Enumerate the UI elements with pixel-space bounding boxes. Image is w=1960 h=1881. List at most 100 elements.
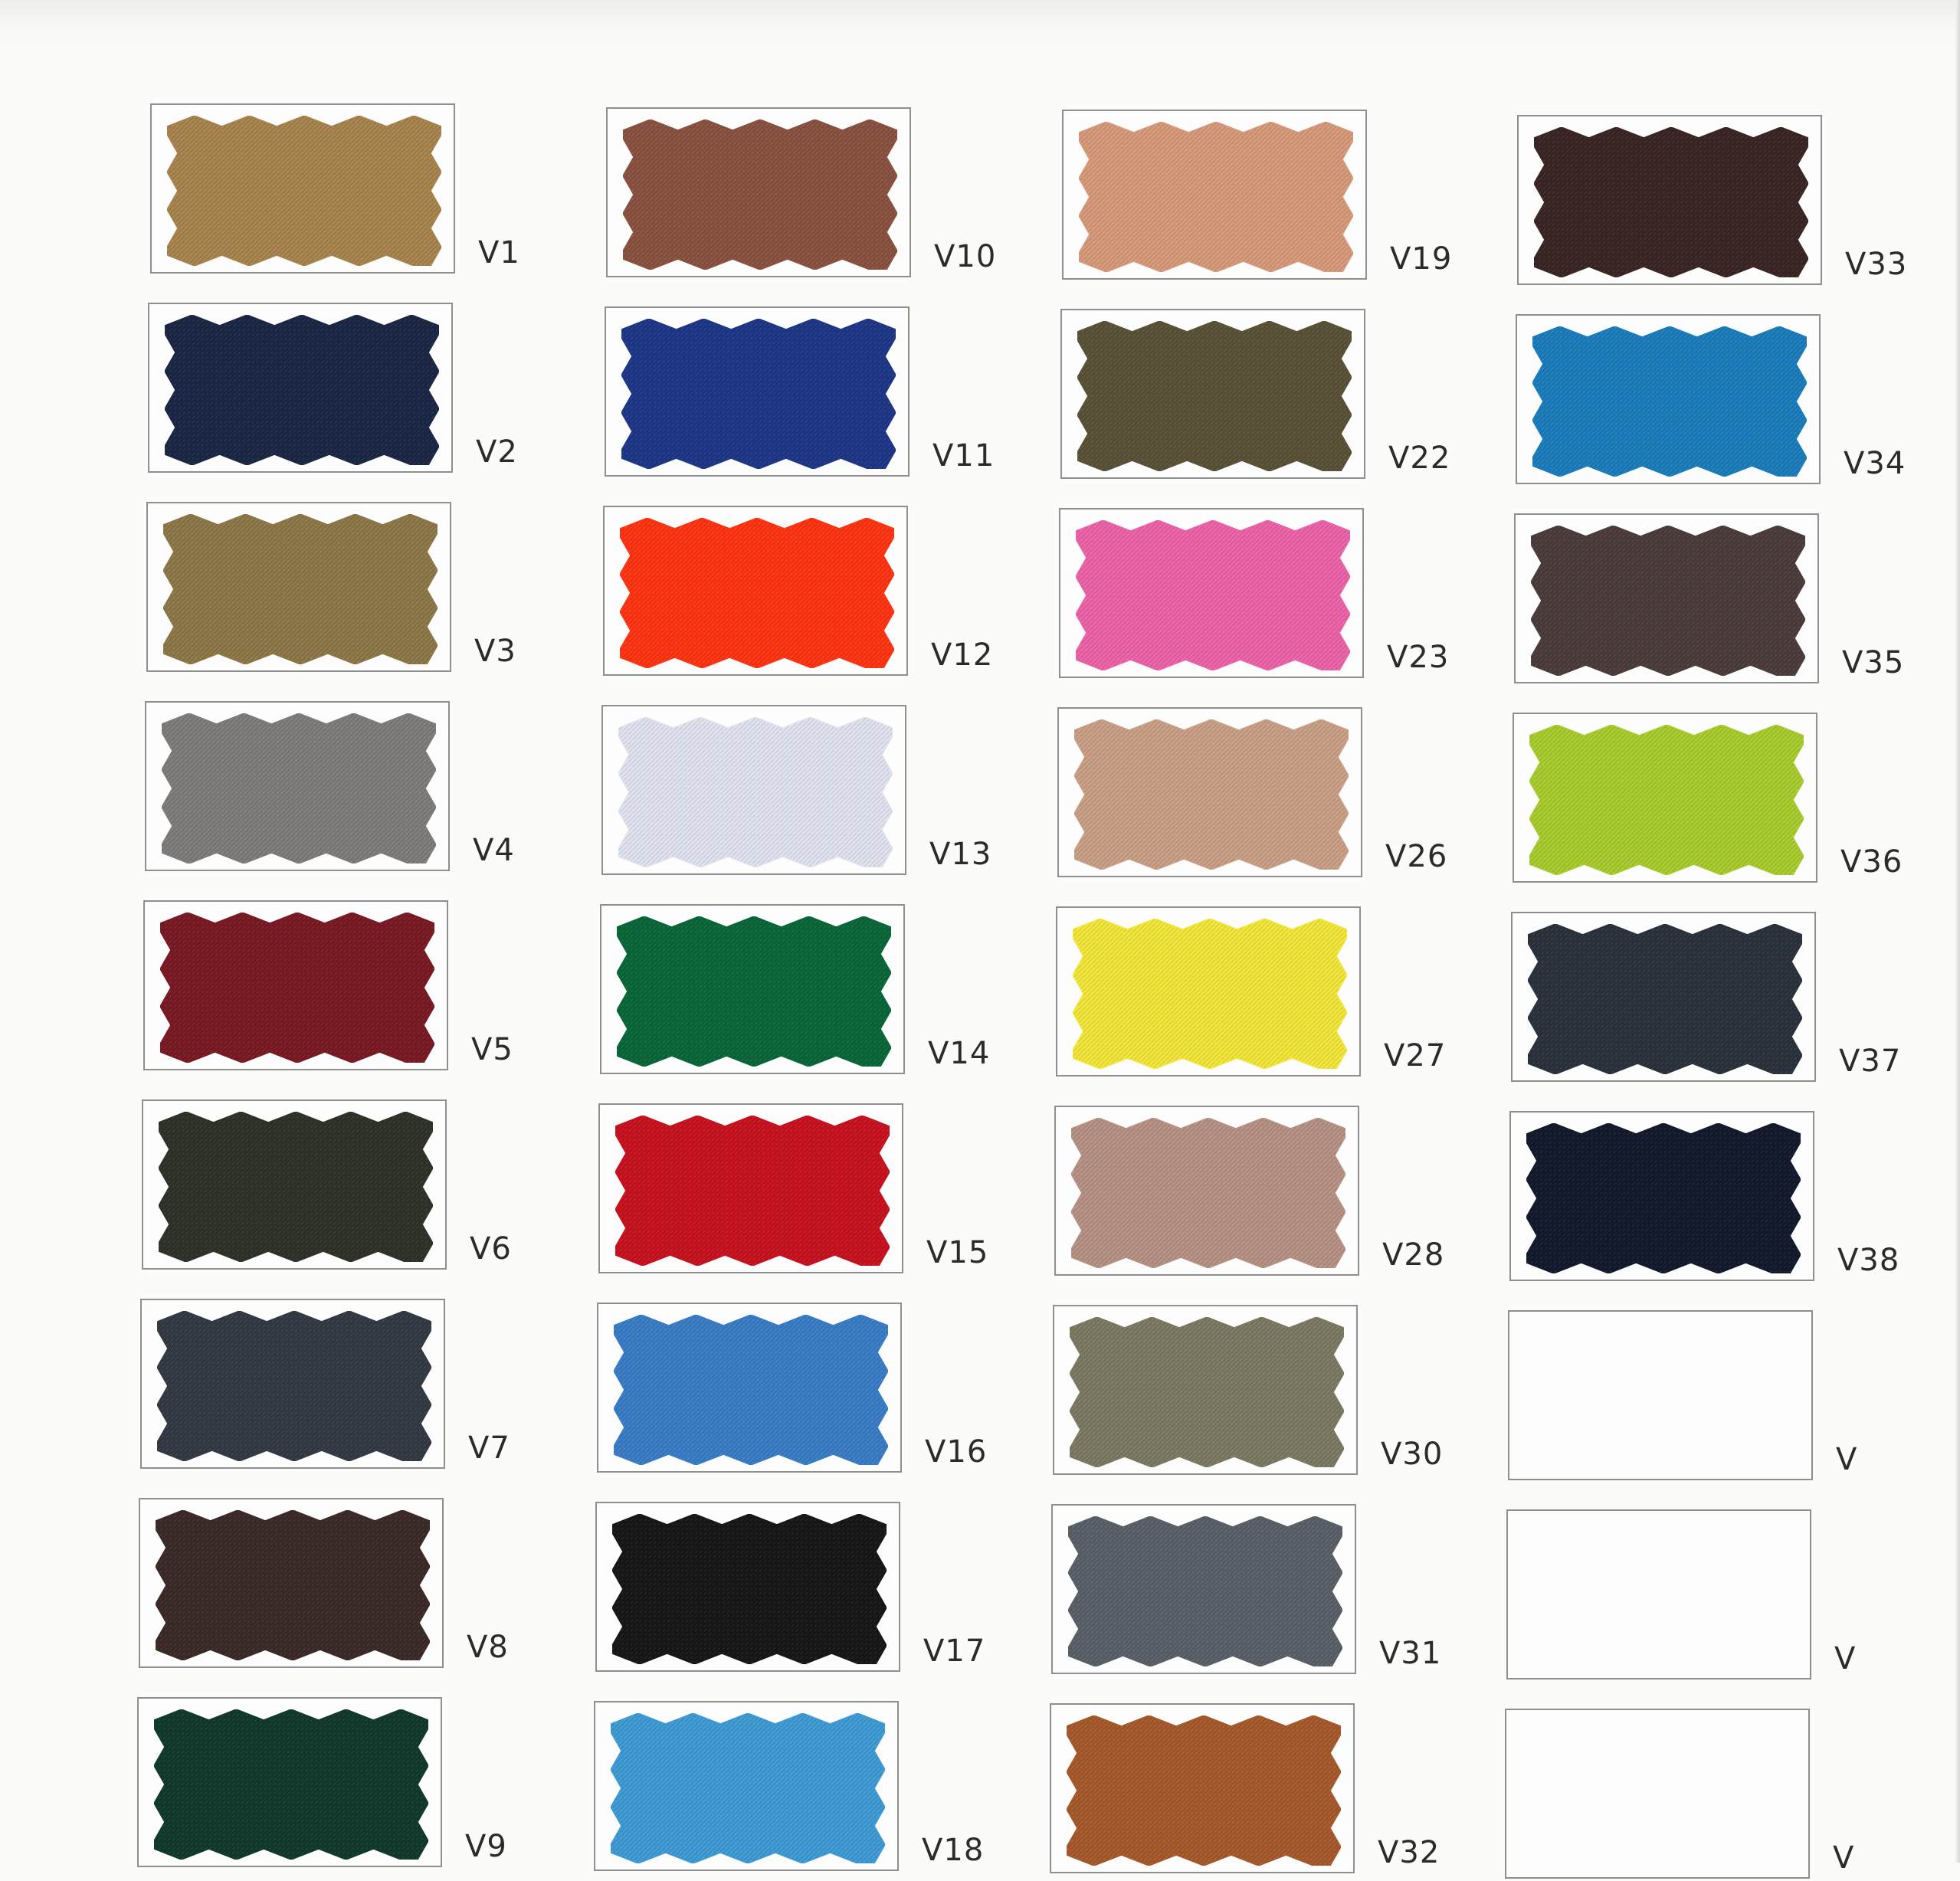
fabric-swatch <box>1079 122 1353 272</box>
swatch-frame <box>1051 1504 1356 1674</box>
swatch-cell: V11 <box>605 306 1064 479</box>
swatch-frame <box>1505 1709 1810 1879</box>
swatch-code-label: V11 <box>932 438 995 474</box>
fabric-swatch-shape <box>1071 1118 1345 1268</box>
swatch-code-label: V30 <box>1381 1437 1444 1472</box>
swatch-frame <box>145 701 450 871</box>
swatch-code-label: V22 <box>1388 441 1451 476</box>
swatch-cell: V18 <box>594 1701 1054 1873</box>
fabric-swatch-fill <box>1071 1118 1345 1268</box>
fabric-swatch <box>162 713 436 863</box>
swatch-code-label: V12 <box>931 637 994 673</box>
fabric-swatch-fill <box>1077 321 1352 471</box>
fabric-swatch-fill <box>1532 326 1807 477</box>
fabric-swatch-shape <box>157 1311 431 1461</box>
fabric-swatch-fill <box>165 315 439 465</box>
fabric-swatch <box>167 116 441 266</box>
swatch-cell: V2 <box>148 303 608 475</box>
fabric-swatch-fill <box>167 116 441 266</box>
fabric-swatch <box>1076 520 1350 670</box>
swatch-frame <box>139 1498 444 1668</box>
swatch-code-label: V27 <box>1384 1038 1447 1073</box>
swatch-frame <box>140 1299 445 1469</box>
swatch-frame <box>1506 1509 1811 1679</box>
fabric-swatch <box>163 514 438 664</box>
fabric-swatch <box>160 913 434 1063</box>
swatch-cell: V1 <box>150 103 610 276</box>
fabric-swatch-shape <box>1067 1716 1341 1866</box>
fabric-swatch <box>1071 1118 1345 1268</box>
swatch-code-label: V1 <box>478 235 520 270</box>
fabric-swatch <box>165 315 439 465</box>
swatch-cell: V3 <box>146 502 606 674</box>
swatch-cell: V32 <box>1050 1703 1509 1876</box>
swatch-code-label: V33 <box>1845 247 1908 282</box>
swatch-cell: V6 <box>142 1099 601 1272</box>
swatch-code-label: V13 <box>929 837 992 872</box>
fabric-swatch-fill <box>615 1116 890 1266</box>
swatch-code-label: V <box>1834 1641 1857 1676</box>
fabric-swatch <box>156 1510 430 1660</box>
swatch-cell: V33 <box>1517 115 1960 287</box>
fabric-swatch <box>154 1709 428 1860</box>
fabric-swatch-fill <box>1526 1123 1801 1273</box>
fabric-swatch <box>621 319 896 469</box>
fabric-swatch <box>1523 1522 1798 1672</box>
fabric-swatch-shape <box>1077 321 1352 471</box>
swatch-code-label: V5 <box>471 1032 513 1067</box>
fabric-swatch-fill <box>163 514 438 664</box>
swatch-code-label: V32 <box>1378 1835 1441 1870</box>
fabric-swatch-fill <box>614 1315 888 1465</box>
fabric-swatch-shape <box>1068 1516 1342 1666</box>
swatch-frame <box>595 1502 900 1672</box>
fabric-swatch <box>1531 526 1805 676</box>
swatch-frame <box>1056 906 1361 1076</box>
swatch-cell: V35 <box>1514 513 1960 686</box>
fabric-swatch-fill <box>1534 127 1808 277</box>
swatch-code-label: V2 <box>476 434 518 470</box>
swatch-cell: V19 <box>1062 110 1522 282</box>
swatch-frame <box>1514 513 1819 683</box>
fabric-swatch <box>1074 719 1349 870</box>
fabric-swatch <box>1077 321 1352 471</box>
fabric-swatch <box>1070 1317 1344 1467</box>
swatch-cell: V12 <box>603 506 1063 678</box>
fabric-swatch-fill <box>611 1713 885 1863</box>
swatch-code-label: V <box>1833 1840 1855 1876</box>
fabric-swatch <box>1522 1721 1796 1871</box>
swatch-cell: V <box>1508 1310 1960 1483</box>
fabric-swatch-shape <box>162 713 436 863</box>
swatch-cell: V7 <box>140 1299 600 1471</box>
fabric-swatch-fill <box>1068 1516 1342 1666</box>
swatch-code-label: V3 <box>474 634 516 669</box>
fabric-swatch <box>1532 326 1807 477</box>
fabric-swatch-shape <box>1076 520 1350 670</box>
swatch-frame <box>142 1099 447 1270</box>
fabric-swatch-shape <box>615 1116 890 1266</box>
fabric-swatch-shape <box>1531 526 1805 676</box>
swatch-code-label: V34 <box>1844 446 1906 481</box>
fabric-swatch <box>620 518 894 668</box>
swatch-code-label: V26 <box>1385 839 1448 874</box>
color-card-page: V1 V2 V3 V4 V5 V6 V7 V8 V9 V10 V11 V12 V… <box>0 0 1960 1879</box>
swatch-cell: V23 <box>1059 508 1519 680</box>
swatch-frame <box>148 303 453 473</box>
fabric-swatch-shape <box>621 319 896 469</box>
fabric-swatch-fill <box>1070 1317 1344 1467</box>
swatch-cell: V15 <box>598 1103 1058 1276</box>
fabric-swatch-shape <box>1079 122 1353 272</box>
swatch-cell: V26 <box>1057 707 1517 880</box>
fabric-swatch-shape <box>1534 127 1808 277</box>
fabric-swatch <box>159 1112 433 1262</box>
swatch-frame <box>600 904 905 1074</box>
swatch-cell: V22 <box>1060 309 1520 481</box>
fabric-swatch-shape <box>623 120 897 270</box>
fabric-swatch <box>1068 1516 1342 1666</box>
swatch-code-label: V <box>1836 1442 1858 1477</box>
fabric-swatch <box>157 1311 431 1461</box>
swatch-code-label: V16 <box>925 1434 988 1470</box>
swatch-frame <box>150 103 455 274</box>
swatch-cell: V5 <box>143 900 603 1073</box>
fabric-swatch-shape <box>160 913 434 1063</box>
swatch-frame <box>146 502 451 672</box>
